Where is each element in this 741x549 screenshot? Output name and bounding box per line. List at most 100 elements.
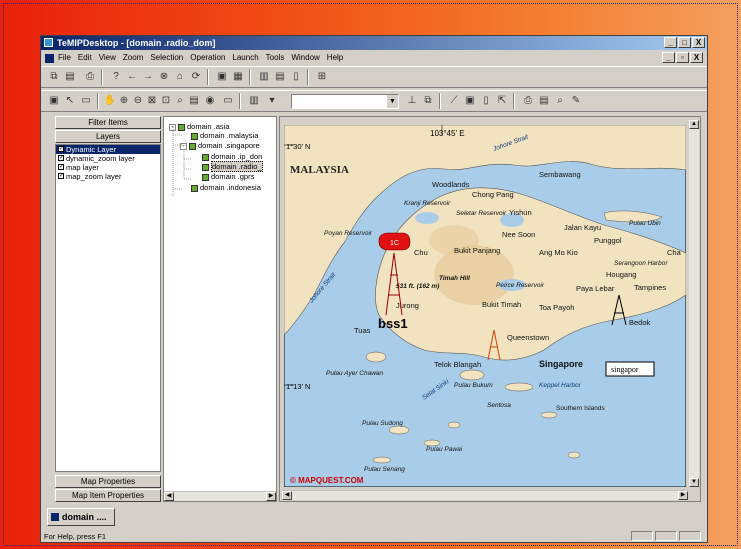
home-icon[interactable]: ⌂ (173, 70, 187, 84)
back-icon[interactable]: ← (125, 70, 139, 84)
tree-item-ip[interactable]: domain .ip_don (202, 152, 262, 161)
tree-item-radio[interactable]: domain .radio_ (202, 161, 263, 172)
place-label: Jalan Kayu (564, 223, 601, 232)
checkbox[interactable]: ✓ (58, 155, 64, 161)
layer-item-map[interactable]: ✓ map layer (56, 163, 160, 172)
print-icon[interactable]: ⎙ (83, 70, 97, 84)
menu-edit[interactable]: Edit (78, 51, 92, 65)
document-icon[interactable] (45, 54, 54, 63)
chevron-down-icon[interactable]: ▼ (387, 95, 398, 108)
menu-help[interactable]: Help (327, 51, 343, 65)
place-label: Peirce Reservoir (496, 282, 545, 289)
zoom-window-icon[interactable]: ⊡ (159, 94, 173, 108)
scroll-down-icon[interactable]: ▼ (689, 478, 699, 487)
push-pin-icon[interactable]: ⊥ (405, 94, 419, 108)
grid-icon[interactable]: ▦ (231, 70, 245, 84)
refresh-icon[interactable]: ⟳ (189, 70, 203, 84)
menu-operation[interactable]: Operation (190, 51, 225, 65)
copy-map-icon[interactable]: ⧉ (421, 94, 435, 108)
zoom-out-icon[interactable]: ⊖ (131, 94, 145, 108)
checkbox[interactable]: ✓ (58, 164, 64, 170)
scroll-right-icon[interactable]: ▶ (678, 491, 688, 500)
export-icon[interactable]: ⇱ (495, 94, 509, 108)
pencil-icon[interactable]: ✎ (569, 94, 583, 108)
zoom-in-icon[interactable]: ⊕ (117, 94, 131, 108)
properties-icon[interactable]: ⊞ (315, 70, 329, 84)
scroll-left-icon[interactable]: ◀ (282, 491, 292, 500)
layer-icon[interactable]: ▤ (187, 94, 201, 108)
collapse-icon[interactable]: - (180, 142, 187, 150)
rectangle-select-icon[interactable]: ▭ (79, 94, 93, 108)
map-view[interactable]: 103°45' E 1°30' N 1°13' N MALAYSIA Johor… (279, 116, 701, 502)
stop-icon[interactable]: ⊗ (157, 70, 171, 84)
menu-tools[interactable]: Tools (266, 51, 285, 65)
longitude-label: 103°45' E (430, 129, 465, 138)
clipboard-icon[interactable]: ▤ (537, 94, 551, 108)
print-preview-icon[interactable]: ⎙ (521, 94, 535, 108)
layers-header[interactable]: Layers (55, 130, 161, 143)
copy-icon[interactable]: ⧉ (47, 70, 61, 84)
filter-items-button[interactable]: Filter Items (55, 116, 161, 129)
globe-icon[interactable]: ◉ (203, 94, 217, 108)
zoom-select-icon[interactable]: ⌕ (173, 94, 187, 108)
tree-item-indonesia[interactable]: domain .indonesia (191, 183, 261, 192)
layer-item-dynamic-zoom[interactable]: ✓ dynamic_zoom layer (56, 154, 160, 163)
doc-icon[interactable]: ▯ (479, 94, 493, 108)
map-item-properties-button[interactable]: Map Item Properties (55, 489, 161, 502)
map-hscrollbar[interactable]: ◀ ▶ (282, 490, 688, 500)
paste-icon[interactable]: ▤ (63, 70, 77, 84)
panel-icon[interactable]: ▯ (289, 70, 303, 84)
map-vscrollbar[interactable]: ▲ ▼ (689, 120, 699, 487)
tree-item-asia[interactable]: - domain .asia (169, 122, 230, 131)
chart-icon[interactable]: ▥ (247, 94, 261, 108)
menu-file[interactable]: File (58, 51, 71, 65)
scroll-left-icon[interactable]: ◀ (164, 492, 174, 501)
search-icon[interactable]: ⌕ (553, 94, 567, 108)
scroll-up-icon[interactable]: ▲ (689, 120, 699, 129)
menu-window[interactable]: Window (291, 51, 319, 65)
map-icon[interactable]: ▣ (47, 94, 61, 108)
place-label: Chu (414, 248, 428, 257)
left-panel: Filter Items Layers ✓ Dynamic Layer ✓ dyna… (55, 116, 161, 502)
mdi-restore-button[interactable]: ▫ (676, 52, 689, 63)
collapse-icon[interactable]: - (169, 123, 176, 131)
window-icon[interactable]: ▣ (215, 70, 229, 84)
close-button[interactable]: X (692, 37, 705, 48)
layer-item-dynamic[interactable]: ✓ Dynamic Layer (56, 145, 160, 154)
pointer-icon[interactable]: ↖ (63, 94, 77, 108)
title-bar[interactable]: TeMIPDesktop - [domain .radio_dom] _ □ X (41, 36, 707, 50)
domain-icon (178, 123, 185, 131)
dropdown-tool-icon[interactable]: ▾ (265, 94, 279, 108)
place-label: Tuas (354, 326, 371, 335)
link-icon[interactable]: ⟋ (447, 94, 461, 108)
cascade-icon[interactable]: ▤ (273, 70, 287, 84)
minimize-button[interactable]: _ (664, 37, 677, 48)
domain-combo[interactable]: ▼ (291, 94, 399, 109)
pan-icon[interactable]: ✋ (103, 94, 117, 108)
monitor-icon[interactable]: ▭ (221, 94, 235, 108)
maximize-button[interactable]: □ (678, 37, 691, 48)
tree-hscrollbar[interactable]: ◀ ▶ (164, 491, 276, 501)
menu-zoom[interactable]: Zoom (123, 51, 143, 65)
mdi-minimize-button[interactable]: _ (662, 52, 675, 63)
scroll-right-icon[interactable]: ▶ (266, 492, 276, 501)
node-icon[interactable]: ▣ (463, 94, 477, 108)
zoom-fit-icon[interactable]: ⊠ (145, 94, 159, 108)
tile-icon[interactable]: ▥ (257, 70, 271, 84)
map-properties-button[interactable]: Map Properties (55, 475, 161, 488)
menu-launch[interactable]: Launch (232, 51, 258, 65)
tree-item-malaysia[interactable]: domain .malaysia (191, 131, 258, 140)
layer-item-map-zoom[interactable]: ✓ map_zoom layer (56, 172, 160, 181)
document-tab[interactable]: domain .... (47, 508, 115, 526)
menu-selection[interactable]: Selection (150, 51, 183, 65)
checkbox[interactable]: ✓ (58, 146, 64, 152)
tree-item-gprs[interactable]: domain .gprs (202, 172, 254, 181)
checkbox[interactable]: ✓ (58, 173, 64, 179)
singapore-map[interactable]: 103°45' E 1°30' N 1°13' N MALAYSIA Johor… (284, 125, 686, 487)
forward-icon[interactable]: → (141, 70, 155, 84)
tree-item-singapore[interactable]: - domain .singapore (180, 141, 260, 150)
site-label[interactable]: bss1 (378, 316, 408, 331)
help-icon[interactable]: ? (109, 70, 123, 84)
menu-view[interactable]: View (99, 51, 116, 65)
mdi-close-button[interactable]: X (690, 52, 703, 63)
